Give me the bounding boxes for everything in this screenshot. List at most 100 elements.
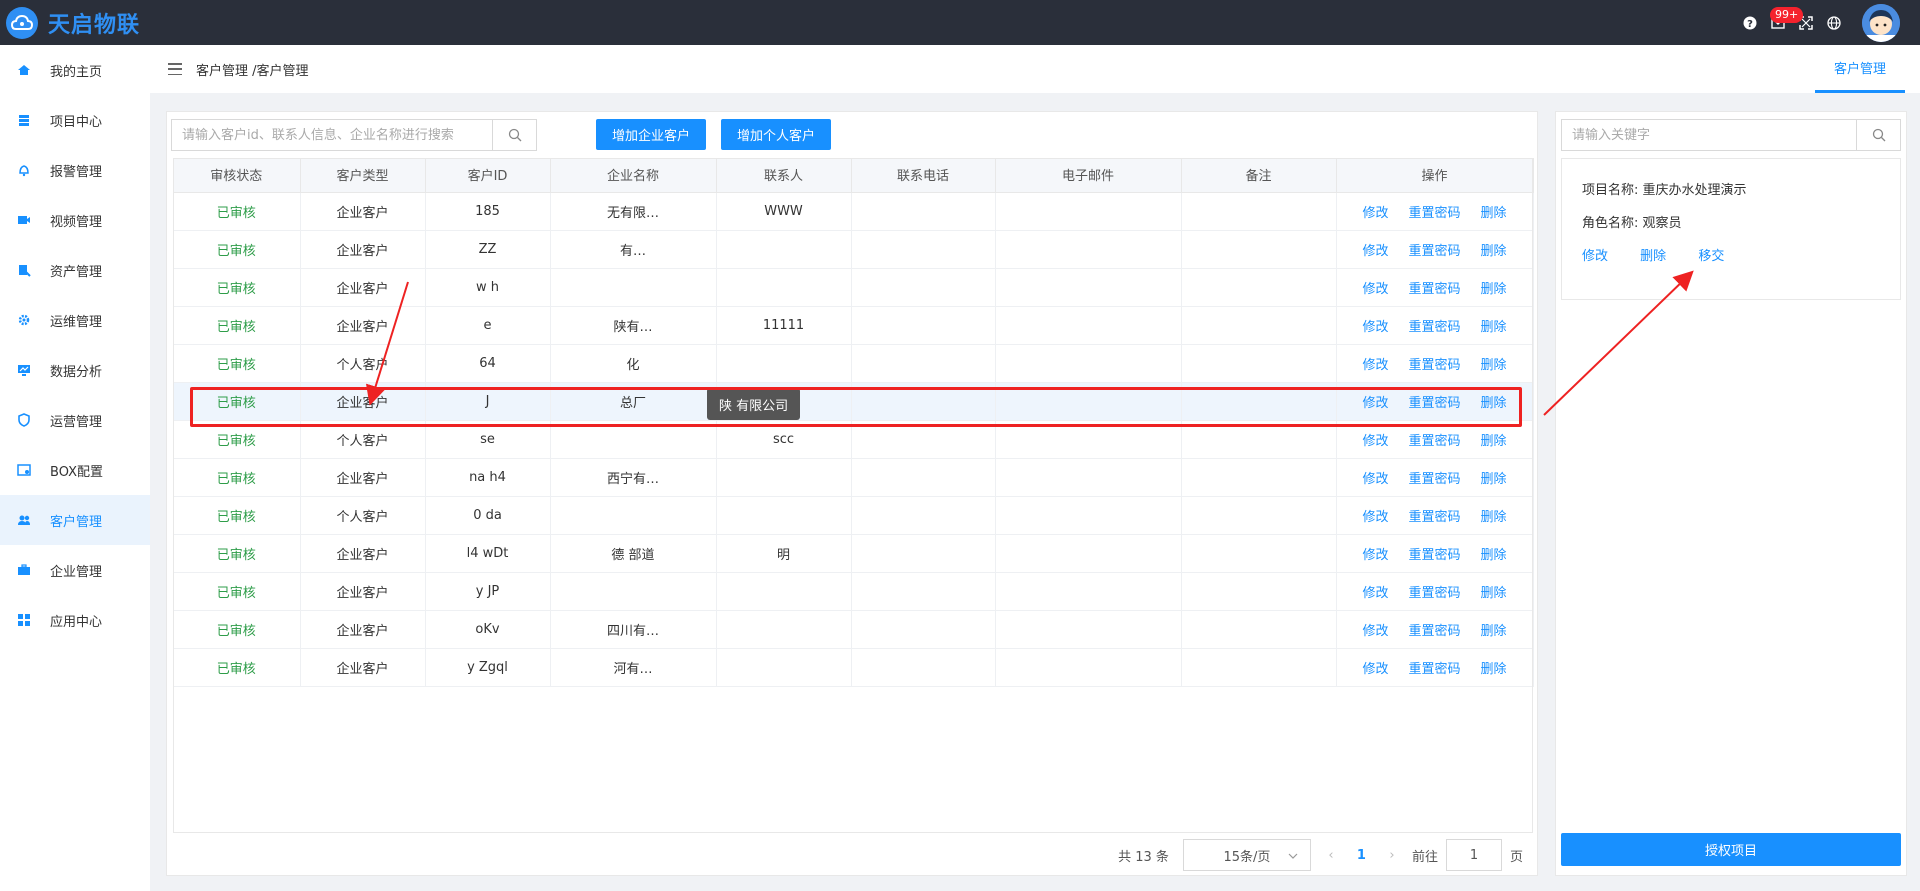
reset-password-link[interactable]: 重置密码 [1408,244,1460,259]
delete-link[interactable]: 删除 [1481,358,1507,373]
current-page[interactable]: 1 [1357,848,1366,863]
next-page-icon[interactable]: › [1382,848,1402,863]
reset-password-link[interactable]: 重置密码 [1408,358,1460,373]
company-name-cell: 无有限… [550,192,717,231]
logo[interactable]: 天启物联 [6,6,140,39]
remark-cell [1181,610,1337,649]
sidebar-item-enterprise[interactable]: 企业管理 [0,545,150,595]
type-cell: 企业客户 [300,572,426,611]
project-edit-link[interactable]: 修改 [1582,249,1608,264]
delete-link[interactable]: 删除 [1481,624,1507,639]
sidebar-item-home[interactable]: 我的主页 [0,45,150,95]
delete-link[interactable]: 删除 [1481,586,1507,601]
delete-link[interactable]: 删除 [1481,396,1507,411]
delete-link[interactable]: 删除 [1481,320,1507,335]
sidebar-item-analytics[interactable]: 数据分析 [0,345,150,395]
reset-password-link[interactable]: 重置密码 [1408,206,1460,221]
sidebar-item-video[interactable]: 视频管理 [0,195,150,245]
contact-cell [716,610,852,649]
sidebar-item-projects[interactable]: 项目中心 [0,95,150,145]
table-row: 已审核 个人客户 se scc 修改 重置密码 删除 [173,420,1534,459]
edit-link[interactable]: 修改 [1362,624,1388,639]
grant-project-button[interactable]: 授权项目 [1561,833,1901,866]
sidebar-item-alarms[interactable]: 报警管理 [0,145,150,195]
edit-link[interactable]: 修改 [1362,510,1388,525]
page-size-select[interactable]: 15条/页 [1182,839,1311,871]
sidebar-item-maintenance[interactable]: 运维管理 [0,295,150,345]
delete-link[interactable]: 删除 [1481,472,1507,487]
reset-password-link[interactable]: 重置密码 [1408,586,1460,601]
notification-badge: 99+ [1770,6,1804,23]
search-icon[interactable] [1856,120,1900,150]
delete-link[interactable]: 删除 [1481,548,1507,563]
delete-link[interactable]: 删除 [1481,282,1507,297]
email-cell [995,268,1182,307]
reset-password-link[interactable]: 重置密码 [1408,434,1460,449]
edit-link[interactable]: 修改 [1362,662,1388,677]
reset-password-link[interactable]: 重置密码 [1408,624,1460,639]
help-icon[interactable]: ? [1736,9,1764,37]
edit-link[interactable]: 修改 [1362,282,1388,297]
reset-password-link[interactable]: 重置密码 [1408,472,1460,487]
edit-link[interactable]: 修改 [1362,358,1388,373]
company-name-cell [550,572,717,611]
edit-link[interactable]: 修改 [1362,586,1388,601]
operations-cell: 修改 重置密码 删除 [1336,230,1534,269]
project-transfer-link[interactable]: 移交 [1698,249,1724,264]
breadcrumb[interactable]: 客户管理 /客户管理 [196,60,309,79]
sidebar-item-box-config[interactable]: BOX配置 [0,445,150,495]
phone-cell [851,610,996,649]
add-personal-customer-button[interactable]: 增加个人客户 [721,119,831,150]
reset-password-link[interactable]: 重置密码 [1408,282,1460,297]
keyword-input[interactable] [1562,120,1856,150]
table-row: 已审核 企业客户 oKv 四川有… 修改 重置密码 删除 [173,610,1534,649]
user-avatar[interactable] [1862,3,1900,42]
operations-cell: 修改 重置密码 删除 [1336,534,1534,573]
goto-page-input[interactable]: 1 [1445,839,1502,871]
tab-customer-management[interactable]: 客户管理 [1815,45,1905,93]
edit-link[interactable]: 修改 [1362,434,1388,449]
reset-password-link[interactable]: 重置密码 [1408,396,1460,411]
edit-link[interactable]: 修改 [1362,548,1388,563]
sidebar-item-label: 资产管理 [50,264,103,280]
video-icon [16,212,32,228]
reset-password-link[interactable]: 重置密码 [1408,510,1460,525]
company-name-cell: 有… [550,230,717,269]
add-enterprise-customer-button[interactable]: 增加企业客户 [596,119,706,150]
globe-icon[interactable] [1820,9,1848,37]
sidebar-item-apps[interactable]: 应用中心 [0,595,150,645]
customer-search-input[interactable] [172,120,492,150]
edit-link[interactable]: 修改 [1362,206,1388,221]
menu-toggle-icon[interactable] [168,63,182,75]
remark-cell [1181,268,1337,307]
sidebar-item-customers[interactable]: 客户管理 [0,495,150,545]
gear-icon [16,312,32,328]
table-row: 已审核 企业客户 y JP 修改 重置密码 删除 [173,572,1534,611]
sidebar-item-assets[interactable]: 资产管理 [0,245,150,295]
edit-link[interactable]: 修改 [1362,320,1388,335]
phone-cell [851,230,996,269]
sidebar-item-operations[interactable]: 运营管理 [0,395,150,445]
search-icon[interactable] [492,120,536,150]
edit-link[interactable]: 修改 [1362,396,1388,411]
status-cell: 已审核 [173,344,301,383]
sidebar-item-label: 项目中心 [50,114,103,130]
delete-link[interactable]: 删除 [1481,662,1507,677]
delete-link[interactable]: 删除 [1481,244,1507,259]
company-name-cell: 总厂 [550,382,717,421]
reset-password-link[interactable]: 重置密码 [1408,662,1460,677]
project-delete-link[interactable]: 删除 [1640,249,1666,264]
prev-page-icon[interactable]: ‹ [1321,848,1341,863]
reset-password-link[interactable]: 重置密码 [1408,320,1460,335]
delete-link[interactable]: 删除 [1481,434,1507,449]
mail-icon[interactable]: 99+ [1764,6,1804,37]
edit-link[interactable]: 修改 [1362,244,1388,259]
edit-link[interactable]: 修改 [1362,472,1388,487]
customer-table: 审核状态 客户类型 客户ID 企业名称 联系人 联系电话 电子邮件 备注 操作 … [173,158,1534,687]
status-cell: 已审核 [173,230,301,269]
delete-link[interactable]: 删除 [1481,510,1507,525]
customer-id-cell: e [425,306,551,345]
type-cell: 企业客户 [300,534,426,573]
delete-link[interactable]: 删除 [1481,206,1507,221]
reset-password-link[interactable]: 重置密码 [1408,548,1460,563]
